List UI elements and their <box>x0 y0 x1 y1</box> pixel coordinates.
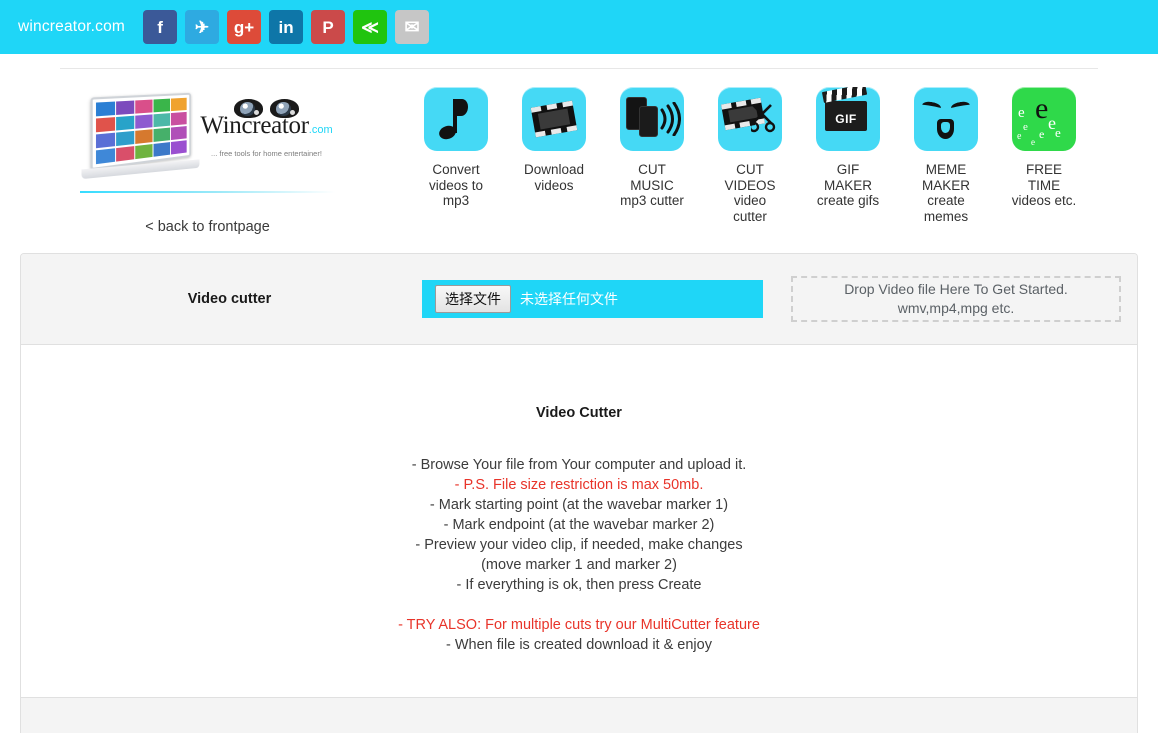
logo-column: Wincreator.com ... free tools for home e… <box>20 87 395 235</box>
instructions-list: - Browse Your file from Your computer an… <box>21 455 1137 655</box>
phones-sound-icon <box>626 97 681 141</box>
panel-body: Video Cutter - Browse Your file from You… <box>21 345 1137 697</box>
windows-tile <box>134 99 152 114</box>
instruction-line: - Preview your video clip, if needed, ma… <box>415 537 743 553</box>
dropzone-line-1: Drop Video file Here To Get Started. <box>844 281 1068 297</box>
email-share-button[interactable]: ✉ <box>395 10 430 44</box>
windows-tile <box>134 114 152 130</box>
panel-header: Video cutter 选择文件 未选择任何文件 Drop Video fil… <box>21 254 1137 345</box>
laptop-icon <box>81 92 204 180</box>
tool-label: FREE TIME videos etc. <box>1011 162 1077 208</box>
share-button[interactable]: ≪ <box>353 10 388 44</box>
logo-underline <box>80 191 335 193</box>
tool-music-note[interactable]: Convert videos to mp3 <box>407 87 505 224</box>
instruction-line: - TRY ALSO: For multiple cuts try our Mu… <box>398 617 760 633</box>
windows-tile <box>170 125 187 141</box>
panel-title: Video cutter <box>187 291 272 307</box>
social-share-row: f ✈ g+ in P ≪ ✉ <box>143 10 430 44</box>
instruction-line: - Mark starting point (at the wavebar ma… <box>429 497 729 513</box>
instruction-line: - When file is created download it & enj… <box>446 637 712 653</box>
dropzone-line-2: wmv,mp4,mpg etc. <box>897 300 1015 316</box>
tool-tile <box>522 87 586 151</box>
e-cloud-icon: eeeeeeee <box>1017 92 1061 147</box>
windows-tile <box>95 101 115 117</box>
linkedin-share-button[interactable]: in <box>269 10 304 44</box>
top-share-bar: wincreator.com f ✈ g+ in P ≪ ✉ <box>0 0 1158 54</box>
windows-tile <box>95 147 115 165</box>
windows-tile <box>115 115 134 131</box>
logo-wordmark: Wincreator.com ... free tools for home e… <box>196 99 338 158</box>
tool-gif-clapper[interactable]: GIF GIF MAKER create gifs <box>799 87 897 224</box>
windows-tile <box>153 112 170 128</box>
eye-left-icon <box>234 99 263 118</box>
windows-tile <box>153 98 170 113</box>
header-band: Wincreator.com ... free tools for home e… <box>0 69 1158 235</box>
logo-dotcom: .com <box>308 124 333 136</box>
tool-label: CUT VIDEOS video cutter <box>724 162 776 224</box>
instructions-title: Video Cutter <box>536 405 622 421</box>
meme-face-icon <box>920 96 972 142</box>
tool-tile: eeeeeeee <box>1012 87 1076 151</box>
pinterest-share-button[interactable]: P <box>311 10 346 44</box>
tool-tile <box>914 87 978 151</box>
tool-e-cloud[interactable]: e e e e e e e e FREE TIME videos etc. <box>995 87 1093 224</box>
panel-footer <box>21 697 1137 733</box>
file-input[interactable]: 选择文件 未选择任何文件 <box>422 280 763 318</box>
back-to-frontpage-link[interactable]: < back to frontpage <box>145 219 270 235</box>
film-strip-icon <box>530 100 578 138</box>
windows-tile <box>153 127 170 143</box>
logo-tagline: ... free tools for home entertainer! <box>211 149 322 158</box>
file-dropzone[interactable]: Drop Video file Here To Get Started. wmv… <box>791 276 1121 322</box>
tool-label: GIF MAKER create gifs <box>816 162 880 208</box>
windows-tile <box>170 97 187 112</box>
windows-tile <box>115 100 134 116</box>
tool-tile <box>424 87 488 151</box>
instruction-spacer <box>21 595 1137 615</box>
tool-tile: GIF <box>816 87 880 151</box>
tool-film-scissors[interactable]: CUT VIDEOS video cutter <box>701 87 799 224</box>
video-cutter-panel: Video cutter 选择文件 未选择任何文件 Drop Video fil… <box>20 253 1138 733</box>
tool-meme-face[interactable]: MEME MAKER create memes <box>897 87 995 224</box>
instruction-line: - If everything is ok, then press Create <box>456 577 702 593</box>
facebook-share-button[interactable]: f <box>143 10 178 44</box>
choose-file-button[interactable]: 选择文件 <box>435 285 511 313</box>
eye-right-icon <box>270 99 299 118</box>
windows-tile <box>134 143 152 160</box>
music-note-icon <box>437 99 473 142</box>
film-scissors-icon <box>721 97 777 141</box>
windows-tile <box>170 139 187 155</box>
tool-tile <box>718 87 782 151</box>
windows-tile <box>95 132 115 149</box>
windows-tile <box>170 111 187 126</box>
wincreator-logo: Wincreator.com ... free tools for home e… <box>78 89 338 189</box>
windows-tile <box>115 145 134 162</box>
instruction-line: (move marker 1 and marker 2) <box>481 557 677 573</box>
tool-tile <box>620 87 684 151</box>
selected-file-name: 未选择任何文件 <box>520 291 618 307</box>
windows-tile <box>134 128 152 145</box>
tool-label: Download videos <box>523 162 585 193</box>
googleplus-share-button[interactable]: g+ <box>227 10 262 44</box>
instruction-line: - Mark endpoint (at the wavebar marker 2… <box>443 517 715 533</box>
windows-tiles <box>95 97 187 165</box>
windows-tile <box>153 141 170 157</box>
tool-film-strip[interactable]: Download videos <box>505 87 603 224</box>
site-brand: wincreator.com <box>18 18 126 35</box>
laptop-screen <box>90 92 191 171</box>
tool-label: CUT MUSIC mp3 cutter <box>620 162 684 208</box>
gif-clapper-icon: GIF <box>821 87 871 143</box>
instruction-line: - P.S. File size restriction is max 50mb… <box>454 477 704 493</box>
twitter-share-button[interactable]: ✈ <box>185 10 220 44</box>
windows-tile <box>95 117 115 133</box>
instruction-line: - Browse Your file from Your computer an… <box>411 457 747 473</box>
tool-icon-row: Convert videos to mp3 Download videos CUT MUSI… <box>395 87 1138 224</box>
windows-tile <box>115 130 134 147</box>
tool-phones-sound[interactable]: CUT MUSIC mp3 cutter <box>603 87 701 224</box>
tool-label: MEME MAKER create memes <box>921 162 970 224</box>
tool-label: Convert videos to mp3 <box>428 162 484 208</box>
